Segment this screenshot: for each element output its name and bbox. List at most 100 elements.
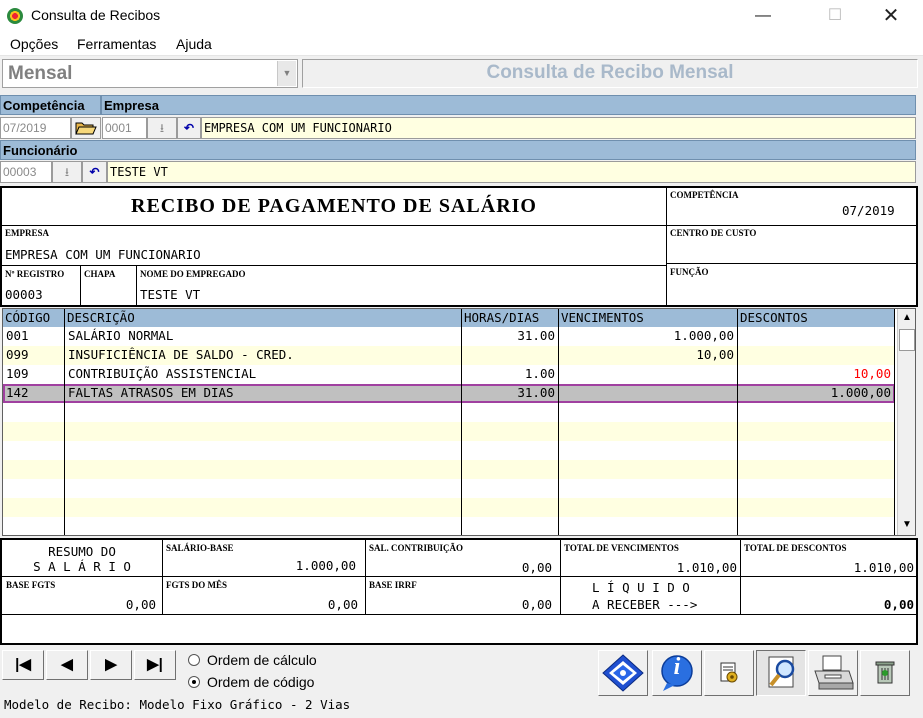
empresa-caption: EMPRESA [5, 228, 50, 238]
total-vencimentos-value: 1.010,00 [676, 560, 737, 575]
cell-vencimentos [559, 479, 738, 498]
title-bar: Consulta de Recibos — ☐ ✕ [0, 0, 923, 32]
cell-vencimentos: 1.000,00 [559, 327, 738, 346]
preview-button[interactable] [756, 650, 806, 696]
cell-vencimentos [559, 384, 738, 403]
nome-value: TESTE VT [140, 287, 201, 302]
table-row-empty[interactable] [3, 460, 895, 479]
cell-codigo [3, 403, 65, 422]
settings-button[interactable] [704, 650, 754, 696]
first-record-button[interactable]: |◀ [2, 650, 44, 680]
radio-icon[interactable] [188, 654, 200, 666]
scroll-down-icon[interactable]: ▼ [898, 516, 915, 534]
menu-opcoes[interactable]: Opções [10, 36, 58, 52]
items-grid[interactable]: CÓDIGO DESCRIÇÃO HORAS/DIAS VENCIMENTOS … [2, 308, 916, 536]
competencia-value: 07/2019 [842, 203, 895, 218]
cell-horas [462, 422, 559, 441]
cell-vencimentos [559, 422, 738, 441]
table-row-empty[interactable] [3, 403, 895, 422]
close-button[interactable]: ✕ [868, 0, 914, 32]
receipt-header: RECIBO DE PAGAMENTO DE SALÁRIO COMPETÊNC… [0, 186, 918, 307]
cell-descontos [738, 422, 895, 441]
diamond-arrows-icon [602, 654, 644, 692]
menu-ajuda[interactable]: Ajuda [176, 36, 212, 52]
salary-summary: RESUMO DO S A L Á R I O SALÁRIO-BASE 1.0… [0, 538, 918, 645]
table-row-empty[interactable] [3, 517, 895, 535]
cell-codigo: 099 [3, 346, 65, 365]
chevron-down-icon[interactable]: ▼ [277, 61, 296, 86]
mode-select[interactable]: Mensal ▼ [2, 59, 298, 88]
menu-ferramentas[interactable]: Ferramentas [77, 36, 156, 52]
next-record-button[interactable]: ▶ [90, 650, 132, 680]
maximize-button[interactable]: ☐ [812, 0, 858, 32]
cell-descricao [65, 460, 462, 479]
table-row[interactable]: 109 CONTRIBUIÇÃO ASSISTENCIAL 1.00 10,00 [3, 365, 895, 384]
col-horas-dias[interactable]: HORAS/DIAS [462, 309, 559, 327]
cell-horas [462, 346, 559, 365]
cell-horas [462, 479, 559, 498]
cell-descontos [738, 479, 895, 498]
status-text: Modelo de Recibo: Modelo Fixo Gráfico - … [4, 697, 351, 712]
minimize-button[interactable]: — [740, 0, 786, 32]
order-code-radio[interactable]: Ordem de código [188, 674, 348, 692]
table-row-empty[interactable] [3, 441, 895, 460]
vertical-scrollbar[interactable]: ▲ ▼ [897, 309, 915, 535]
print-button[interactable] [808, 650, 858, 696]
table-row[interactable]: 142 FALTAS ATRASOS EM DIAS 31.00 1.000,00 [3, 384, 895, 403]
fgts-mes-caption: FGTS DO MÊS [166, 580, 228, 590]
cell-descontos [738, 403, 895, 422]
previous-record-button[interactable]: ◀ [46, 650, 88, 680]
table-row[interactable]: 001 SALÁRIO NORMAL 31.00 1.000,00 [3, 327, 895, 346]
table-row-empty[interactable] [3, 498, 895, 517]
cell-descontos [738, 441, 895, 460]
cell-vencimentos [559, 460, 738, 479]
mode-title-panel: Consulta de Recibo Mensal [302, 59, 918, 88]
download-icon[interactable]: ⭳ [52, 161, 82, 183]
funcionario-label: Funcionário [0, 140, 916, 160]
chapa-caption: CHAPA [84, 269, 116, 279]
resumo-line1: RESUMO DO [48, 544, 116, 559]
cell-codigo: 109 [3, 365, 65, 384]
empresa-code-field[interactable]: 0001 [102, 117, 147, 139]
cell-descontos [738, 346, 895, 365]
last-record-button[interactable]: ▶| [134, 650, 176, 680]
table-row[interactable]: 099 INSUFICIÊNCIA DE SALDO - CRED. 10,00 [3, 346, 895, 365]
radio-checked-icon[interactable] [188, 676, 200, 688]
folder-open-button[interactable] [71, 117, 101, 139]
funcionario-code-field[interactable]: 00003 [0, 161, 52, 183]
col-codigo[interactable]: CÓDIGO [3, 309, 65, 327]
centro-custo-caption: CENTRO DE CUSTO [670, 228, 757, 238]
grid-body: 001 SALÁRIO NORMAL 31.00 1.000,00 099 INSUFIC… [3, 327, 895, 535]
competencia-label: Competência [0, 95, 101, 115]
download-icon[interactable]: ⭳ [147, 117, 177, 139]
col-descricao[interactable]: DESCRIÇÃO [65, 309, 462, 327]
table-row-empty[interactable] [3, 479, 895, 498]
fgts-mes-value: 0,00 [327, 597, 358, 612]
order-calc-radio[interactable]: Ordem de cálculo [188, 652, 348, 670]
undo-icon[interactable]: ↶ [82, 161, 107, 183]
competencia-field[interactable]: 07/2019 [0, 117, 71, 139]
cell-codigo [3, 479, 65, 498]
resumo-line2: S A L Á R I O [33, 559, 131, 574]
info-glyph: i [673, 654, 681, 680]
trash-icon [875, 661, 895, 684]
undo-icon[interactable]: ↶ [177, 117, 201, 139]
col-vencimentos[interactable]: VENCIMENTOS [559, 309, 738, 327]
col-descontos[interactable]: DESCONTOS [738, 309, 895, 327]
cell-horas [462, 403, 559, 422]
cell-descricao [65, 498, 462, 517]
navigate-button[interactable] [598, 650, 648, 696]
cell-horas: 31.00 [462, 327, 559, 346]
scroll-up-icon[interactable]: ▲ [898, 309, 915, 327]
table-row-empty[interactable] [3, 422, 895, 441]
info-button[interactable]: i [652, 650, 702, 696]
registro-caption: Nº REGISTRO [5, 269, 65, 279]
salario-base-caption: SALÁRIO-BASE [166, 543, 234, 553]
delete-button[interactable] [860, 650, 910, 696]
funcionario-name: TESTE VT [110, 165, 168, 179]
total-descontos-value: 1.010,00 [853, 560, 914, 575]
scroll-thumb[interactable] [899, 329, 915, 351]
nome-caption: NOME DO EMPREGADO [140, 269, 246, 279]
cell-descontos: 1.000,00 [738, 384, 895, 403]
cell-vencimentos: 10,00 [559, 346, 738, 365]
